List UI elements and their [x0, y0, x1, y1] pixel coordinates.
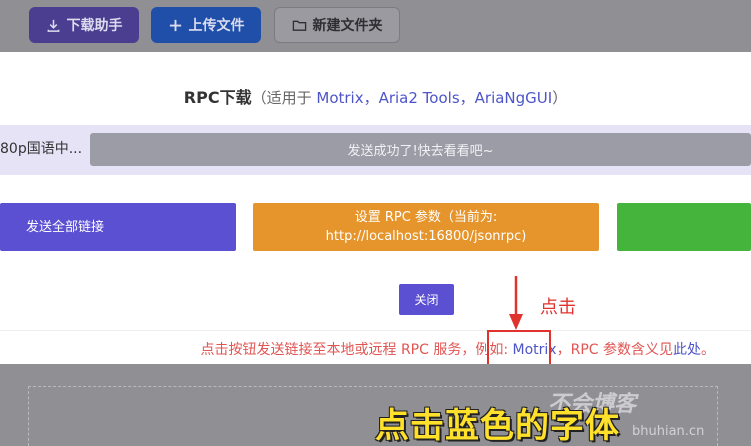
toolbar: 下载助手 上传文件 新建文件夹: [0, 0, 751, 52]
download-helper-button[interactable]: 下载助手: [29, 7, 139, 43]
folder-icon: [292, 20, 306, 31]
download-icon: [47, 19, 59, 32]
hint-end: 。: [701, 342, 715, 358]
hint-mid: ，RPC 参数含义见: [556, 342, 673, 358]
divider: [0, 330, 751, 331]
new-folder-label: 新建文件夹: [312, 18, 383, 34]
upload-file-button[interactable]: 上传文件: [151, 7, 261, 43]
upload-file-label: 上传文件: [188, 18, 245, 34]
download-helper-label: 下载助手: [66, 18, 123, 34]
close-button[interactable]: 关闭: [399, 284, 454, 315]
rpc-params-here-link[interactable]: 此处: [673, 342, 701, 358]
click-annotation: 点击: [540, 297, 576, 318]
file-status-row: 80p国语中... 发送成功了!快去看看吧~: [0, 125, 751, 175]
send-all-links-button[interactable]: 发送全部链接: [0, 203, 236, 251]
new-folder-button[interactable]: 新建文件夹: [274, 7, 400, 43]
rpc-download-modal: RPC下载（适用于 Motrix，Aria2 Tools，AriaNgGUI） …: [0, 52, 751, 364]
send-status-bar: 发送成功了!快去看看吧~: [90, 133, 751, 166]
watermark-url: bhuhian.cn: [632, 424, 705, 439]
close-label: 关闭: [414, 293, 439, 307]
file-name: 80p国语中...: [0, 141, 83, 157]
video-caption: 点击蓝色的字体: [375, 406, 620, 446]
modal-title-close: ）: [552, 89, 568, 107]
rpc-hint-text: 点击按钮发送链接至本地或远程 RPC 服务，例如: Motrix，RPC 参数含…: [0, 339, 751, 359]
modal-title: RPC下载（适用于 Motrix，Aria2 Tools，AriaNgGUI）: [0, 84, 751, 108]
plus-icon: [169, 19, 181, 31]
arrow-annotation-icon: [509, 276, 523, 330]
modal-title-open: （适用于: [251, 89, 312, 107]
send-status-text: 发送成功了!快去看看吧~: [347, 144, 494, 159]
modal-title-tools: Motrix，Aria2 Tools，AriaNgGUI: [316, 89, 553, 107]
set-rpc-line2: http://localhost:16800/jsonrpc): [325, 229, 527, 244]
hint-prefix: 点击按钮发送链接至本地或远程 RPC 服务，例如:: [200, 342, 513, 358]
set-rpc-line1: 设置 RPC 参数（当前为:: [354, 210, 498, 225]
set-rpc-params-button[interactable]: 设置 RPC 参数（当前为: http://localhost:16800/js…: [253, 203, 599, 251]
modal-title-main: RPC下载: [183, 88, 252, 107]
send-all-links-label: 发送全部链接: [26, 219, 105, 235]
green-action-button[interactable]: [617, 203, 751, 251]
highlight-box: [487, 330, 551, 366]
